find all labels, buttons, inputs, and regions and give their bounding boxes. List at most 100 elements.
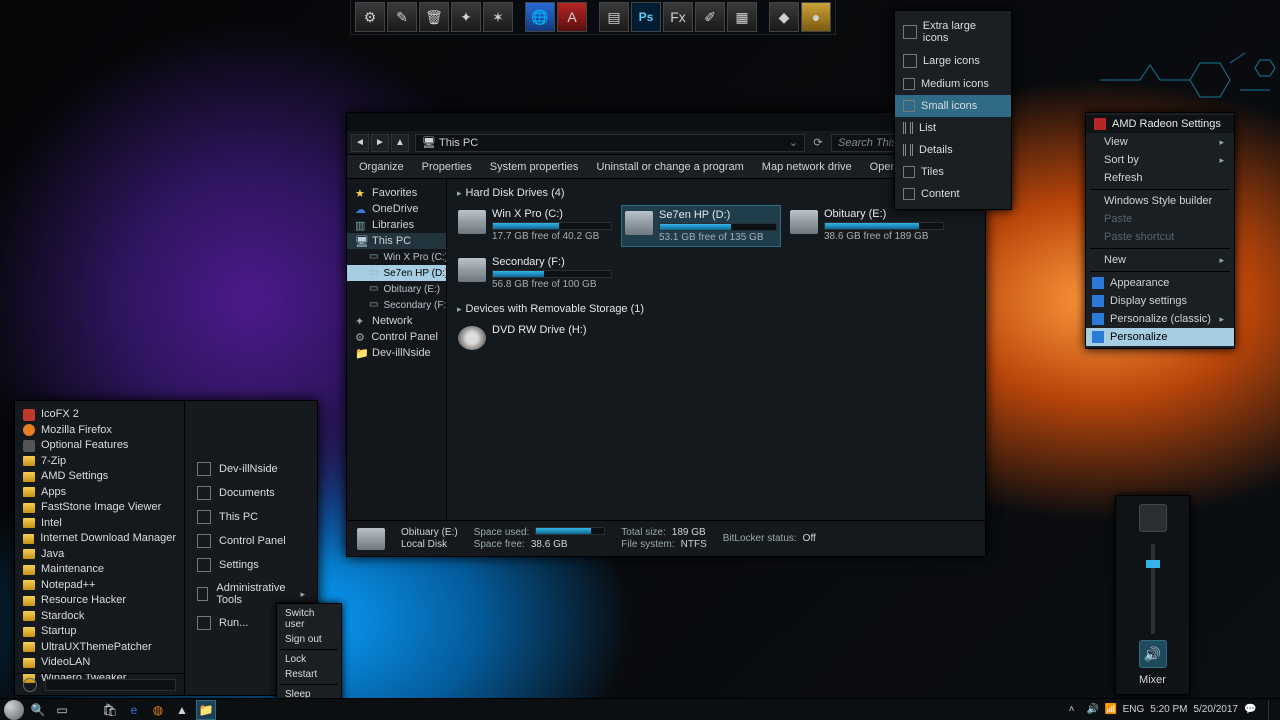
start-control-panel[interactable]: Control Panel xyxy=(185,529,317,553)
taskbar-app-icon[interactable]: ◍ xyxy=(148,700,168,720)
start-button[interactable] xyxy=(4,700,24,720)
start-folder-startup[interactable]: Startup xyxy=(15,624,184,640)
map-drive-button[interactable]: Map network drive xyxy=(762,161,852,173)
chevron-down-icon[interactable]: ⌄ xyxy=(789,136,798,149)
power-lock[interactable]: Lock xyxy=(277,652,341,667)
view-medium[interactable]: Medium icons xyxy=(895,73,1011,95)
dock-app[interactable]: ◆ xyxy=(769,2,799,32)
drive-dvd[interactable]: DVD RW Drive (H:) xyxy=(455,321,615,353)
start-settings[interactable]: Settings xyxy=(185,553,317,577)
sidebar-drive-e[interactable]: ▭Obituary (E:) xyxy=(347,281,446,297)
start-power-button[interactable] xyxy=(23,678,37,692)
sidebar-control-panel[interactable]: ⚙Control Panel xyxy=(347,329,446,345)
start-folder-7zip[interactable]: 7-Zip xyxy=(15,454,184,470)
start-this-pc[interactable]: This PC xyxy=(185,505,317,529)
sidebar-drive-f[interactable]: ▭Secondary (F:) xyxy=(347,297,446,313)
view-list[interactable]: List xyxy=(895,117,1011,139)
start-folder-idm[interactable]: Internet Download Manager xyxy=(15,531,184,547)
tray-language[interactable]: ENG xyxy=(1123,704,1145,715)
dock-app-amd[interactable]: A xyxy=(557,2,587,32)
ctx-personalize-classic[interactable]: Personalize (classic)▸ xyxy=(1086,310,1234,328)
power-restart[interactable]: Restart xyxy=(277,667,341,682)
start-folder-java[interactable]: Java xyxy=(15,547,184,563)
drive-f[interactable]: Secondary (F:) 56.8 GB free of 100 GB xyxy=(455,253,615,293)
start-folder-intel[interactable]: Intel xyxy=(15,516,184,532)
tray-network-icon[interactable]: 📶 xyxy=(1105,704,1117,716)
dock-app[interactable]: ⚙ xyxy=(355,2,385,32)
speaker-device-icon[interactable] xyxy=(1139,504,1167,532)
address-bar[interactable]: 🖥 This PC ⌄ xyxy=(415,134,805,152)
view-extra-large[interactable]: Extra large icons xyxy=(895,15,1011,49)
dock-app[interactable]: ▤ xyxy=(599,2,629,32)
tray-date[interactable]: 5/20/2017 xyxy=(1194,704,1239,715)
start-folder-stardock[interactable]: Stardock xyxy=(15,609,184,625)
taskbar-app-icon[interactable]: ▲ xyxy=(172,700,192,720)
dock-app[interactable]: ✐ xyxy=(695,2,725,32)
drive-c[interactable]: Win X Pro (C:) 17.7 GB free of 40.2 GB xyxy=(455,205,615,247)
ctx-amd-header[interactable]: AMD Radeon Settings xyxy=(1086,115,1234,133)
sidebar-this-pc[interactable]: 🖥This PC xyxy=(347,233,446,249)
sidebar-drive-c[interactable]: ▭Win X Pro (C:) xyxy=(347,249,446,265)
sidebar-favorites[interactable]: ★Favorites xyxy=(347,185,446,201)
nav-back-button[interactable]: ◄ xyxy=(351,134,369,152)
nav-forward-button[interactable]: ► xyxy=(371,134,389,152)
sidebar-network[interactable]: ✦Network xyxy=(347,313,446,329)
ctx-view[interactable]: View▸ xyxy=(1086,133,1234,151)
start-folder-resource-hacker[interactable]: Resource Hacker xyxy=(15,593,184,609)
dock-app-trash[interactable]: 🗑 xyxy=(419,2,449,32)
organize-button[interactable]: Organize xyxy=(359,161,404,173)
dock-app[interactable]: ✦ xyxy=(451,2,481,32)
ctx-personalize[interactable]: Personalize xyxy=(1086,328,1234,346)
taskbar-store-icon[interactable]: 🛍 xyxy=(100,700,120,720)
ctx-refresh[interactable]: Refresh xyxy=(1086,169,1234,187)
start-folder-faststone[interactable]: FastStone Image Viewer xyxy=(15,500,184,516)
mixer-link[interactable]: Mixer xyxy=(1139,674,1166,686)
drive-d[interactable]: Se7en HP (D:) 53.1 GB free of 135 GB xyxy=(621,205,781,247)
ctx-sort[interactable]: Sort by▸ xyxy=(1086,151,1234,169)
dock-app[interactable]: ● xyxy=(801,2,831,32)
start-folder-videolan[interactable]: VideoLAN xyxy=(15,655,184,671)
view-tiles[interactable]: Tiles xyxy=(895,161,1011,183)
speaker-icon[interactable]: 🔊 xyxy=(1139,640,1167,668)
sidebar-user-folder[interactable]: 📁Dev-illNside xyxy=(347,345,446,361)
dock-app[interactable]: ▦ xyxy=(727,2,757,32)
explorer-titlebar[interactable] xyxy=(347,113,985,131)
start-folder-amd[interactable]: AMD Settings xyxy=(15,469,184,485)
tray-time[interactable]: 5:20 PM xyxy=(1150,704,1187,715)
uninstall-button[interactable]: Uninstall or change a program xyxy=(596,161,743,173)
start-app-optional-features[interactable]: Optional Features xyxy=(15,438,184,454)
sidebar-drive-d[interactable]: ▭Se7en HP (D:) xyxy=(347,265,446,281)
nav-up-button[interactable]: ▲ xyxy=(391,134,409,152)
sidebar-onedrive[interactable]: ☁OneDrive xyxy=(347,201,446,217)
taskbar-explorer-icon[interactable]: 📁 xyxy=(196,700,216,720)
ctx-new[interactable]: New▸ xyxy=(1086,251,1234,269)
volume-thumb[interactable] xyxy=(1146,560,1160,568)
dock-app[interactable]: ✶ xyxy=(483,2,513,32)
start-programs-list[interactable]: IcoFX 2 Mozilla Firefox Optional Feature… xyxy=(15,401,185,695)
start-folder-uux[interactable]: UltraUXThemePatcher xyxy=(15,640,184,656)
start-search-input[interactable] xyxy=(45,679,176,691)
taskbar-edge-icon[interactable]: e xyxy=(124,700,144,720)
tray-overflow-icon[interactable]: ˄ xyxy=(1069,704,1081,716)
start-folder-notepadpp[interactable]: Notepad++ xyxy=(15,578,184,594)
drive-e[interactable]: Obituary (E:) 38.6 GB free of 189 GB xyxy=(787,205,947,247)
start-app-firefox[interactable]: Mozilla Firefox xyxy=(15,423,184,439)
view-large[interactable]: Large icons xyxy=(895,49,1011,73)
tray-action-center-icon[interactable]: 💬 xyxy=(1244,704,1256,716)
power-switch-user[interactable]: Switch user xyxy=(277,606,341,632)
dock-app[interactable]: ✎ xyxy=(387,2,417,32)
refresh-button[interactable]: ⟳ xyxy=(809,134,827,152)
volume-slider[interactable] xyxy=(1151,544,1155,634)
tray-volume-icon[interactable]: 🔊 xyxy=(1087,704,1099,716)
group-removable-header[interactable]: Devices with Removable Storage (1) xyxy=(457,303,977,315)
start-documents[interactable]: Documents xyxy=(185,481,317,505)
view-content[interactable]: Content xyxy=(895,183,1011,205)
start-app-icofx[interactable]: IcoFX 2 xyxy=(15,407,184,423)
view-details[interactable]: Details xyxy=(895,139,1011,161)
start-user[interactable]: Dev-illNside xyxy=(185,457,317,481)
show-desktop-button[interactable] xyxy=(1268,700,1276,720)
taskbar-search-icon[interactable]: 🔍 xyxy=(28,700,48,720)
ctx-appearance[interactable]: Appearance xyxy=(1086,274,1234,292)
power-sign-out[interactable]: Sign out xyxy=(277,632,341,647)
dock-app-globe[interactable]: 🌐 xyxy=(525,2,555,32)
